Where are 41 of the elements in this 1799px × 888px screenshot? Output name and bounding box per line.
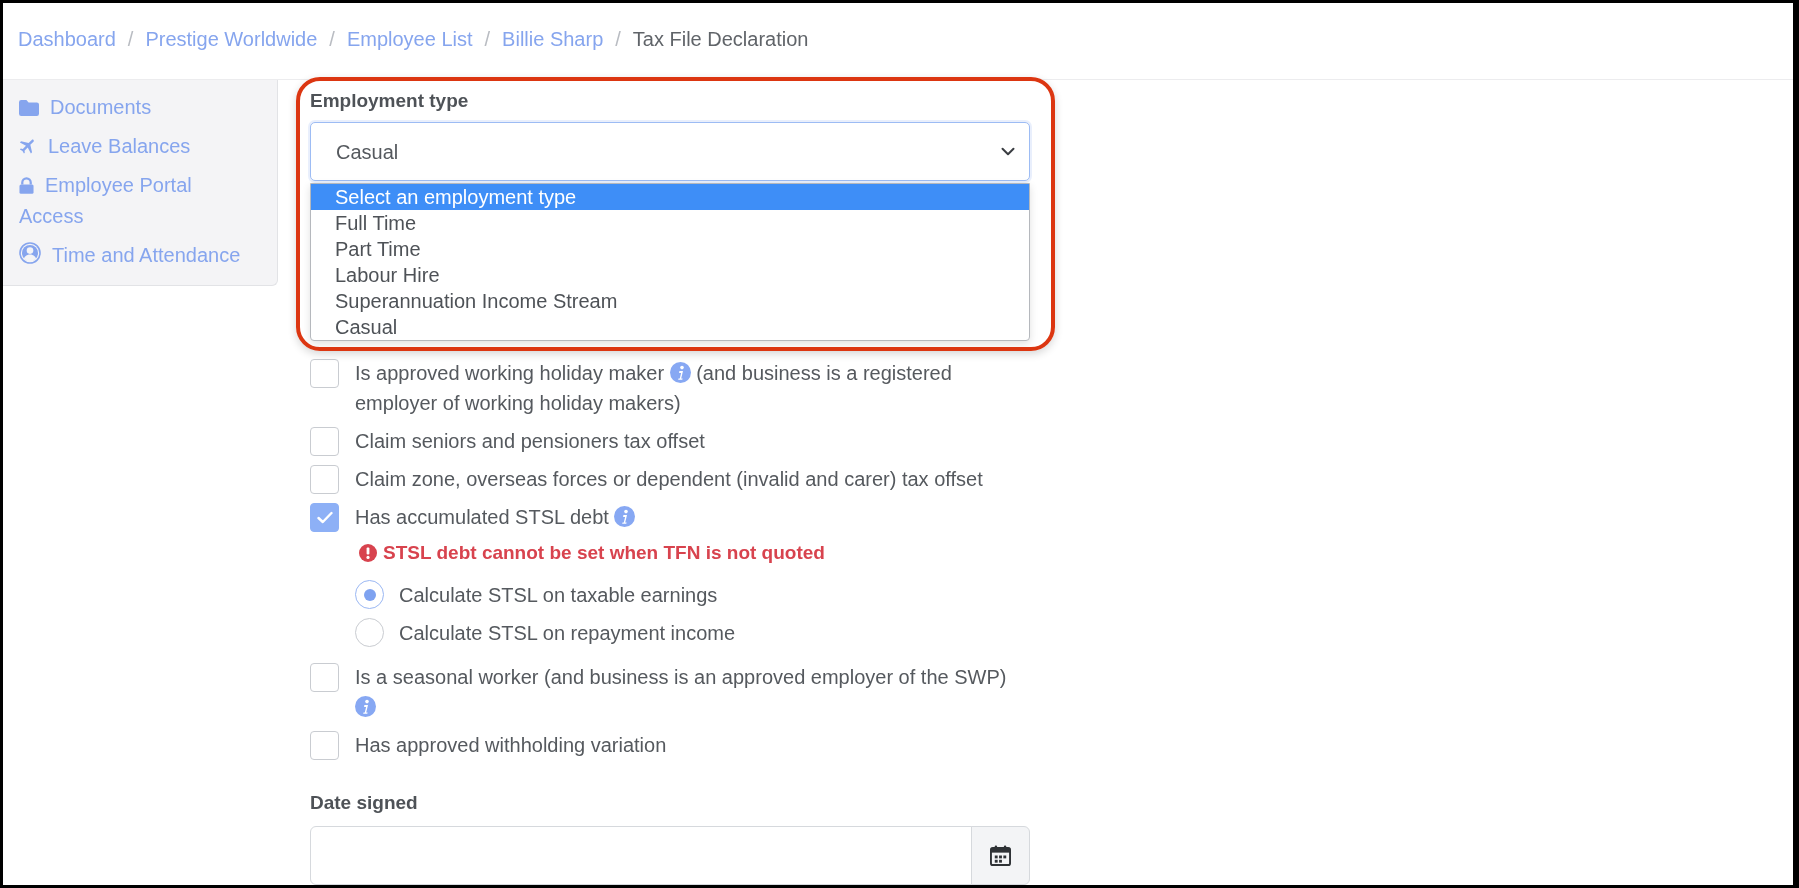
- airplane-icon: [19, 137, 37, 155]
- dropdown-option[interactable]: Part Time: [311, 236, 1029, 262]
- dropdown-option[interactable]: Labour Hire: [311, 262, 1029, 288]
- radio-label[interactable]: Calculate STSL on taxable earnings: [399, 580, 718, 610]
- error-message: STSL debt cannot be set when TFN is not quoted: [383, 541, 825, 565]
- breadcrumb-current: Tax File Declaration: [632, 27, 809, 52]
- breadcrumb-divider: /: [127, 27, 134, 52]
- dropdown-option[interactable]: Superannuation Income Stream: [311, 288, 1029, 314]
- lock-icon: [19, 177, 34, 194]
- checkbox-label[interactable]: Has accumulated STSL debt: [355, 502, 1030, 532]
- error-icon: [359, 544, 377, 562]
- chevron-down-icon: [1001, 147, 1015, 156]
- radio-button[interactable]: [355, 618, 384, 647]
- breadcrumb-divider: /: [484, 27, 491, 52]
- breadcrumb-divider: /: [329, 27, 335, 52]
- radio-button[interactable]: [355, 580, 384, 609]
- field-label: Date signed: [310, 791, 419, 815]
- checkbox-label[interactable]: Has approved withholding variation: [355, 730, 1030, 760]
- checkbox-label[interactable]: Claim zone, overseas forces or dependent (invalid and carer) tax offset: [355, 464, 1030, 494]
- radio-label[interactable]: Calculate STSL on repayment income: [399, 618, 736, 648]
- checkbox[interactable]: [310, 503, 339, 532]
- folder-icon: [19, 100, 39, 116]
- checkbox[interactable]: [310, 359, 339, 388]
- checkmark-icon: [316, 511, 333, 524]
- checkbox[interactable]: [310, 663, 339, 692]
- checkbox[interactable]: [310, 427, 339, 456]
- checkbox-label[interactable]: Is a seasonal worker (and business is an approved employer of the SWP): [355, 662, 1030, 722]
- breadcrumb-divider: /: [615, 27, 621, 52]
- calendar-icon: [990, 845, 1011, 866]
- checkbox[interactable]: [310, 731, 339, 760]
- user-circle-icon: [19, 242, 41, 264]
- checkbox[interactable]: [310, 465, 339, 494]
- calendar-button[interactable]: [971, 826, 1030, 885]
- dropdown-option[interactable]: Full Time: [311, 210, 1029, 236]
- dropdown-option[interactable]: Casual: [311, 314, 1029, 340]
- field-label: Employment type: [310, 89, 470, 113]
- checkbox-label[interactable]: Is approved working holiday maker (and business is a registered employer of working holiday makers): [355, 358, 1030, 418]
- radio-dot-icon: [363, 588, 376, 601]
- date-input[interactable]: [310, 826, 972, 885]
- checkbox-label[interactable]: Claim seniors and pensioners tax offset: [355, 426, 1030, 456]
- employment-type-select[interactable]: Casual: [310, 122, 1030, 181]
